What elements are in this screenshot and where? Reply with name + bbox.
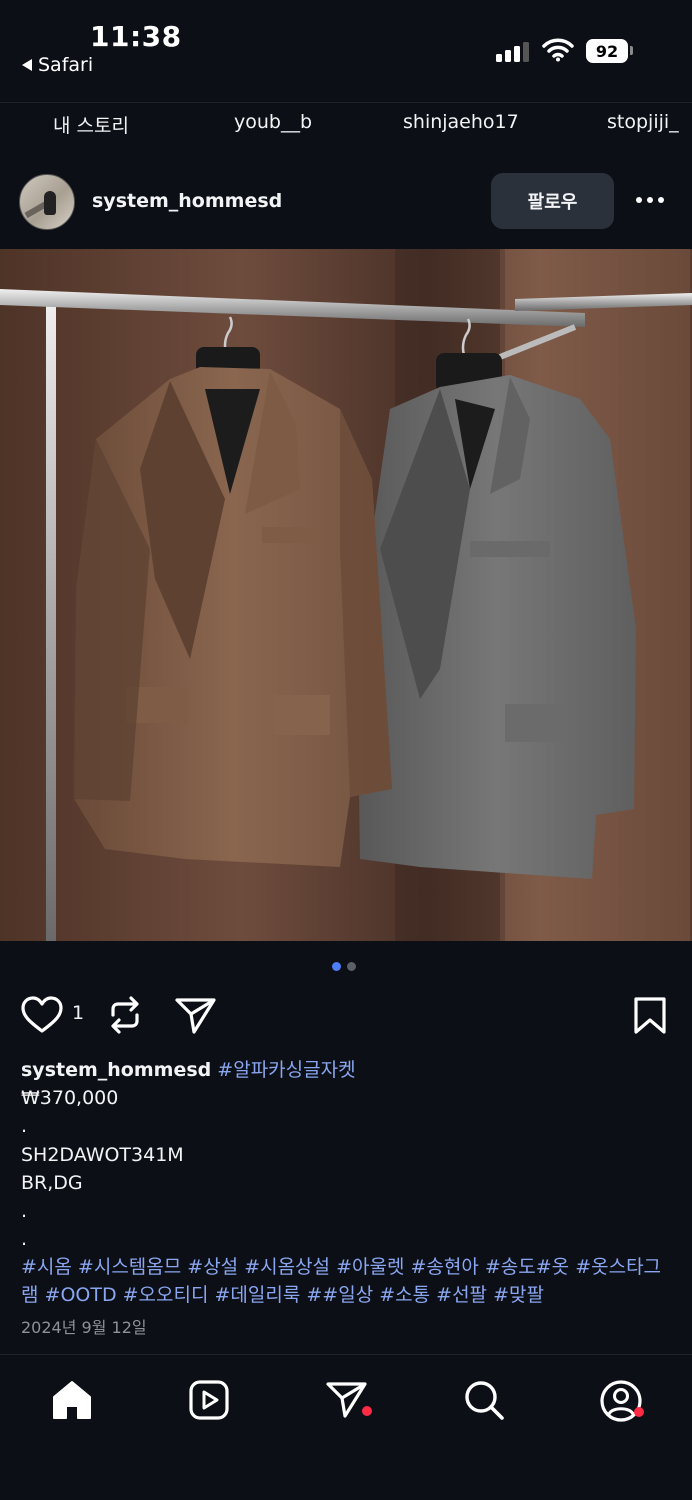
search-icon[interactable] [463,1379,505,1421]
stories-row: 내 스토리 youb__b shinjaeho17 stopjiji_ [0,102,692,148]
hashtags-line-1[interactable]: #시옴 #시스템옴므 #상설 #시옴상설 #아울렛 #송현아 #송도#옷 #옷스… [21,1253,671,1281]
reels-icon[interactable] [188,1379,230,1421]
follow-button[interactable]: 팔로우 [491,173,614,229]
post-header: system_hommesd 팔로우 [0,160,692,248]
back-app-label: Safari [38,54,94,76]
profile-notification-dot [634,1407,644,1417]
jackets-on-rack-illustration [0,249,692,941]
caption-dot: . [21,1228,28,1251]
caption-price: ₩370,000 [21,1087,119,1110]
like-count[interactable]: 1 [72,1002,84,1024]
caption-colors: BR,DG [21,1171,83,1194]
caption-username[interactable]: system_hommesd [21,1059,211,1081]
caption-dot: . [21,1115,28,1138]
messages-notification-dot [362,1406,372,1416]
send-icon[interactable] [174,995,218,1035]
caption-dot: . [21,1199,28,1222]
wifi-icon [542,38,574,62]
direct-messages-icon[interactable] [325,1379,369,1421]
post-username[interactable]: system_hommesd [92,190,282,212]
back-to-safari-link[interactable]: Safari [22,54,93,76]
status-bar: 11:38 Safari 92 [0,0,692,86]
story-item-stopjiji[interactable]: stopjiji_ [607,111,679,133]
heart-icon[interactable] [20,995,64,1035]
carousel-dot [347,962,356,971]
caption-hashtag[interactable]: #알파카싱글자켓 [217,1059,355,1081]
caption-hashtags[interactable]: #시옴 #시스템옴므 #상설 #시옴상설 #아울렛 #송현아 #송도#옷 #옷스… [21,1253,671,1309]
post-date: 2024년 9월 12일 [21,1318,147,1337]
carousel-dot-active [332,962,341,971]
status-time: 11:38 [90,20,182,53]
bottom-nav [0,1354,692,1500]
home-icon[interactable] [51,1379,93,1421]
story-item-shinjaeho17[interactable]: shinjaeho17 [403,111,519,133]
post-image[interactable] [0,249,692,941]
battery-cap [630,46,633,55]
bookmark-icon[interactable] [632,995,668,1035]
more-options-icon[interactable] [636,197,664,203]
avatar[interactable] [19,174,75,230]
repost-icon[interactable] [106,995,144,1035]
post-caption: system_hommesd #알파카싱글자켓 ₩370,000 . SH2DA… [21,1056,671,1309]
carousel-indicator [332,962,356,971]
back-triangle-icon [22,59,32,71]
hashtags-line-2[interactable]: 램 #OOTD #오오티디 #데일리룩 ##일상 #소통 #선팔 #맞팔 [21,1281,671,1309]
battery-level: 92 [586,39,628,63]
story-item-my-story[interactable]: 내 스토리 [53,111,129,138]
cellular-signal-icon [496,40,530,62]
story-item-youb[interactable]: youb__b [234,111,312,133]
post-actions: 1 [0,993,692,1037]
caption-product-code: SH2DAWOT341M [21,1143,184,1166]
caption-first-line: system_hommesd #알파카싱글자켓 [21,1056,671,1084]
